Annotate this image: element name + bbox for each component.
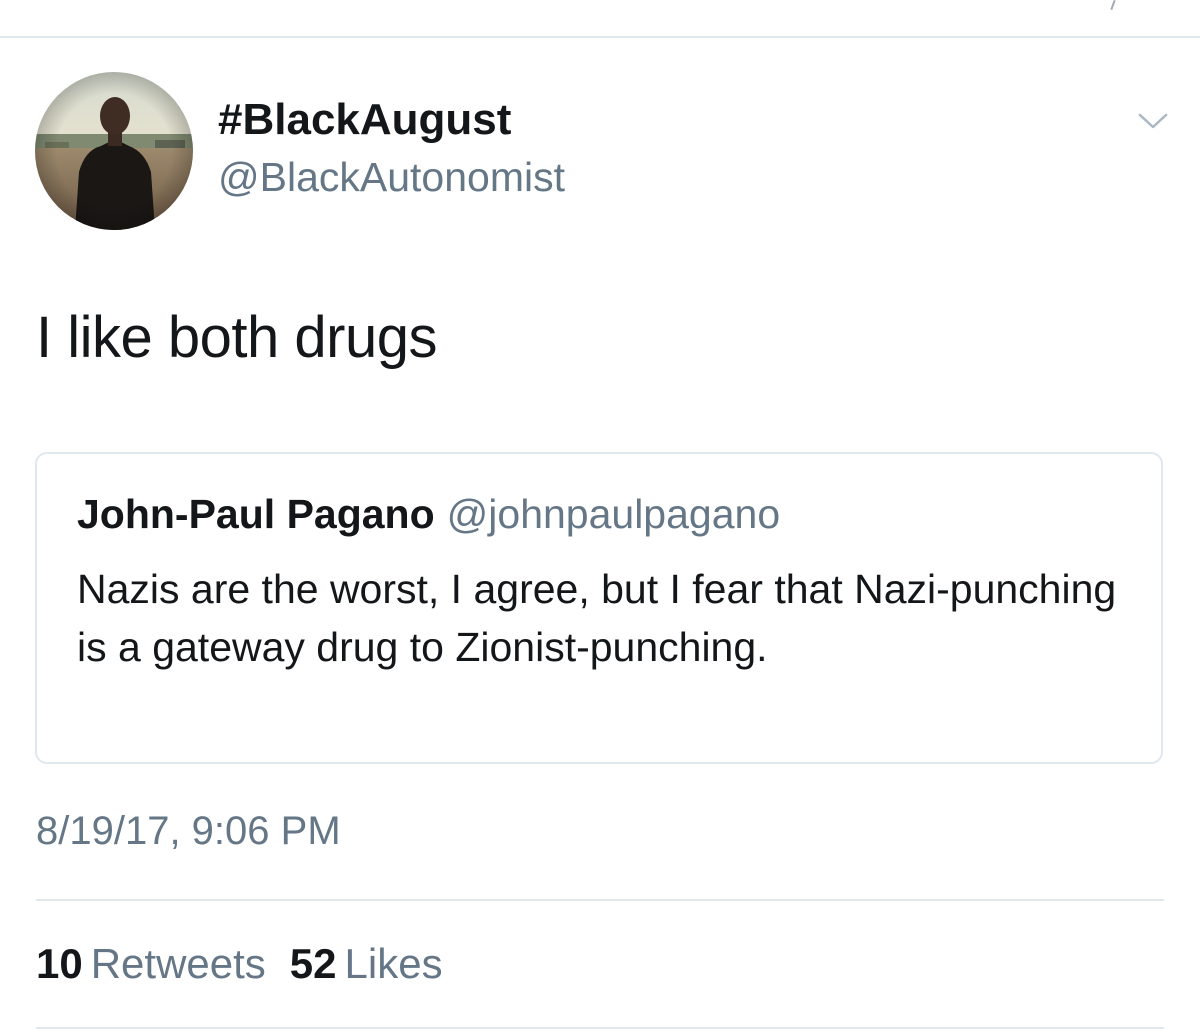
top-edge-mark — [1110, 0, 1116, 11]
retweets-stat[interactable]: 10 Retweets — [36, 940, 266, 987]
retweets-label: Retweets — [90, 940, 266, 987]
retweets-count: 10 — [36, 940, 83, 987]
likes-count: 52 — [289, 940, 337, 987]
likes-stat[interactable]: 52 Likes — [290, 940, 443, 987]
likes-label: Likes — [344, 940, 443, 987]
quoted-author-name: John-Paul Pagano — [77, 491, 435, 537]
author-handle[interactable]: @BlackAutonomist — [218, 154, 565, 200]
chevron-down-icon[interactable] — [1136, 104, 1170, 138]
tweet-stats: 10 Retweets 52 Likes — [36, 940, 443, 988]
tweet-timestamp[interactable]: 8/19/17, 9:06 PM — [36, 808, 341, 854]
top-divider — [0, 36, 1200, 38]
quoted-tweet-text: Nazis are the worst, I agree, but I fear… — [77, 566, 1117, 670]
quoted-tweet-header: John-Paul Pagano @johnpaulpagano — [77, 490, 780, 538]
quoted-author-handle: @johnpaulpagano — [446, 491, 781, 537]
quoted-tweet-card[interactable]: John-Paul Pagano @johnpaulpagano Nazis ar… — [35, 452, 1163, 764]
avatar-photo — [35, 72, 193, 230]
tweet-text: I like both drugs — [36, 305, 437, 370]
stats-divider-top — [36, 899, 1164, 901]
stats-divider-bottom — [36, 1027, 1164, 1029]
avatar[interactable] — [35, 72, 193, 230]
author-display-name[interactable]: #BlackAugust — [218, 96, 511, 144]
